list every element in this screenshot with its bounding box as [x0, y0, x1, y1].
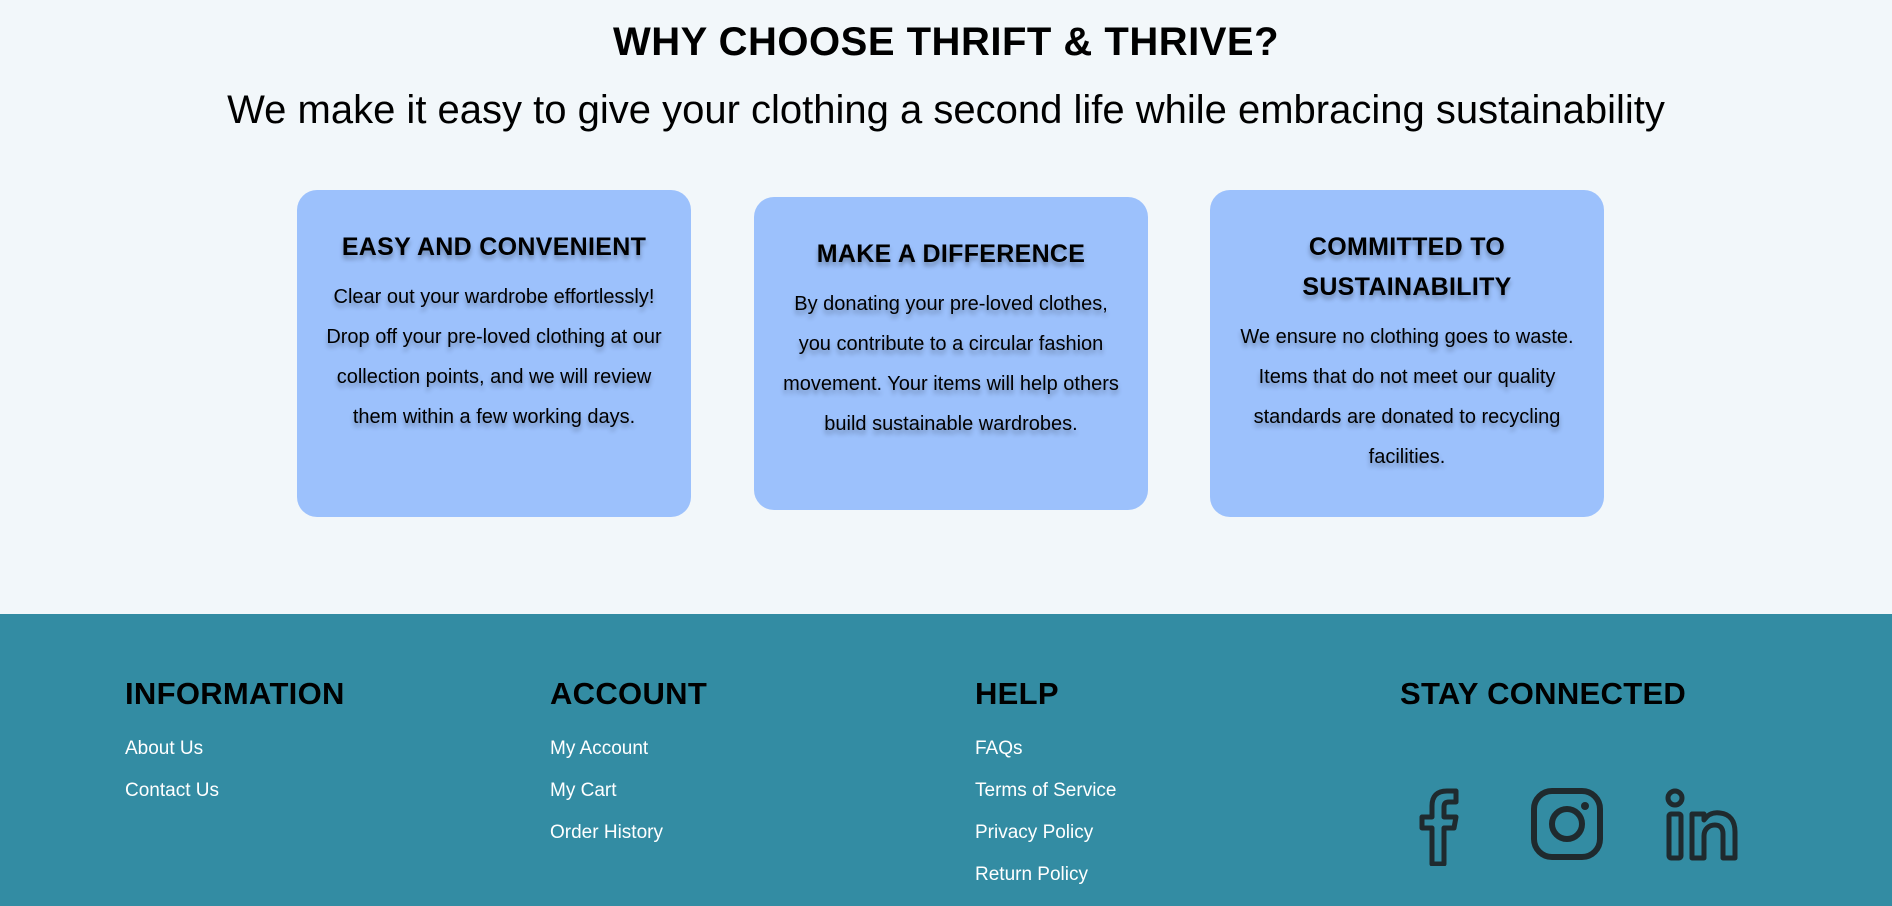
feature-card-title: COMMITTED TO SUSTAINABILITY — [1302, 233, 1512, 301]
footer-heading: INFORMATION — [125, 676, 345, 711]
feature-card-difference: MAKE A DIFFERENCE By donating your pre-l… — [754, 197, 1148, 510]
feature-card-text: By donating your pre-loved clothes, you … — [783, 293, 1119, 435]
site-footer: INFORMATION About Us Contact Us ACCOUNT … — [0, 614, 1892, 906]
footer-list-item: FAQs — [975, 728, 1116, 770]
footer-list-item: My Account — [550, 728, 707, 770]
contact-us-link[interactable]: Contact Us — [125, 780, 219, 801]
section-subtitle: We make it easy to give your clothing a … — [227, 88, 1665, 132]
terms-of-service-link[interactable]: Terms of Service — [975, 780, 1116, 801]
privacy-policy-link[interactable]: Privacy Policy — [975, 822, 1093, 843]
feature-card-sustainability: COMMITTED TO SUSTAINABILITY We ensure no… — [1210, 190, 1604, 517]
feature-card-text: We ensure no clothing goes to waste. Ite… — [1240, 326, 1574, 468]
footer-link-list: My Account My Cart Order History — [550, 728, 707, 854]
my-account-link[interactable]: My Account — [550, 738, 648, 759]
footer-column-information: INFORMATION About Us Contact Us — [125, 674, 345, 812]
social-links — [1400, 786, 1760, 867]
footer-list-item: Return Policy — [975, 854, 1116, 896]
footer-list-item: Terms of Service — [975, 770, 1116, 812]
why-choose-section: WHY CHOOSE THRIFT & THRIVE? We make it e… — [0, 0, 1892, 614]
footer-heading: HELP — [975, 676, 1059, 711]
feature-card-title: EASY AND CONVENIENT — [341, 233, 647, 261]
return-policy-link[interactable]: Return Policy — [975, 864, 1088, 885]
footer-column-account: ACCOUNT My Account My Cart Order History — [550, 674, 707, 854]
facebook-icon[interactable] — [1410, 786, 1470, 871]
footer-heading: ACCOUNT — [550, 676, 708, 711]
footer-list-item: Order History — [550, 812, 707, 854]
section-title: WHY CHOOSE THRIFT & THRIVE? — [612, 20, 1280, 64]
order-history-link[interactable]: Order History — [550, 822, 663, 843]
about-us-link[interactable]: About Us — [125, 738, 203, 759]
feature-card-title: MAKE A DIFFERENCE — [816, 240, 1086, 268]
footer-list-item: Privacy Policy — [975, 812, 1116, 854]
footer-heading: STAY CONNECTED — [1400, 676, 1687, 711]
footer-column-help: HELP FAQs Terms of Service Privacy Polic… — [975, 674, 1116, 896]
faqs-link[interactable]: FAQs — [975, 738, 1023, 759]
feature-card-text: Clear out your wardrobe effortlessly! Dr… — [326, 286, 662, 428]
instagram-icon[interactable] — [1530, 786, 1606, 867]
footer-list-item: My Cart — [550, 770, 707, 812]
linkedin-icon[interactable] — [1664, 786, 1740, 867]
my-cart-link[interactable]: My Cart — [550, 780, 617, 801]
footer-column-social: STAY CONNECTED — [1400, 674, 1738, 867]
footer-list-item: About Us — [125, 728, 345, 770]
feature-card-easy: EASY AND CONVENIENT Clear out your wardr… — [297, 190, 691, 517]
footer-list-item: Contact Us — [125, 770, 345, 812]
footer-link-list: About Us Contact Us — [125, 728, 345, 812]
footer-link-list: FAQs Terms of Service Privacy Policy Ret… — [975, 728, 1116, 896]
